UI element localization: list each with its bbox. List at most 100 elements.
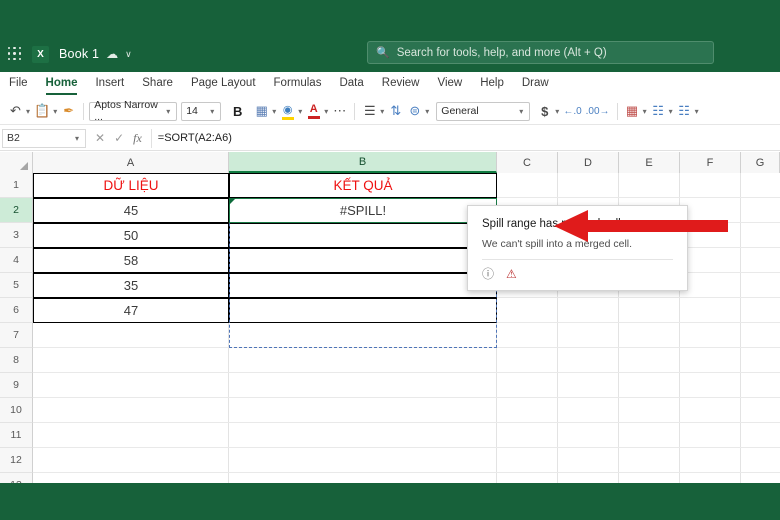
table-dropdown-icon[interactable]: ▾ [643, 107, 647, 116]
cell-b2-spill-error[interactable]: #SPILL! [229, 198, 497, 223]
tooltip-actions: ⓘ ⚠ [482, 268, 673, 280]
fill-color-dropdown-icon[interactable]: ▾ [298, 107, 302, 116]
currency-dropdown-icon[interactable]: ▾ [555, 107, 559, 116]
app-launcher-icon[interactable] [8, 47, 22, 61]
tab-share[interactable]: Share [142, 77, 173, 91]
tab-data[interactable]: Data [339, 77, 363, 91]
help-circle-icon[interactable]: ⓘ [482, 268, 494, 280]
document-title[interactable]: Book 1 [59, 47, 99, 61]
currency-icon[interactable]: $ [535, 101, 554, 122]
undo-icon[interactable]: ↶ [6, 101, 25, 122]
row-header-2[interactable]: 2 [0, 198, 33, 223]
fill-color-icon[interactable]: ◉ [278, 101, 297, 122]
tab-home[interactable]: Home [45, 77, 77, 95]
row-header-5[interactable]: 5 [0, 273, 33, 298]
cell-box-b3[interactable] [229, 223, 497, 248]
borders-dropdown-icon[interactable]: ▾ [272, 107, 276, 116]
font-color-dropdown-icon[interactable]: ▾ [324, 107, 328, 116]
number-format-value: General [441, 105, 479, 117]
delete-cells-icon[interactable]: ☷ [675, 101, 694, 122]
search-box[interactable]: 🔍 Search for tools, help, and more (Alt … [367, 41, 714, 64]
title-bar: X Book 1 ☁ ∨ 🔍 Search for tools, help, a… [0, 0, 780, 72]
confirm-icon[interactable]: ✓ [114, 131, 124, 145]
column-header-c[interactable]: C [497, 152, 558, 173]
cell-box-b4[interactable] [229, 248, 497, 273]
cancel-icon[interactable]: ✕ [95, 131, 105, 145]
more-options-icon[interactable]: ⋯ [330, 101, 349, 122]
alignment-icon[interactable]: ☰ [360, 101, 379, 122]
error-checking-icon[interactable]: ⚠ [506, 268, 517, 280]
row-header-12[interactable]: 12 [0, 448, 33, 473]
tooltip-divider [482, 259, 673, 260]
merge-cells-icon[interactable]: ⊜ [405, 101, 424, 122]
column-header-e[interactable]: E [619, 152, 680, 173]
toolbar-divider [354, 102, 356, 120]
name-box[interactable]: B2 ▾ [2, 128, 86, 148]
insert-function-icon[interactable]: fx [133, 131, 142, 146]
cell-a4[interactable]: 58 [33, 248, 229, 273]
row-header-13[interactable]: 13 [0, 473, 33, 483]
row-header-9[interactable]: 9 [0, 373, 33, 398]
column-header-a[interactable]: A [33, 152, 229, 173]
cloud-sync-icon[interactable]: ☁ [106, 48, 118, 60]
row-header-3[interactable]: 3 [0, 223, 33, 248]
format-painter-icon[interactable]: ✒ [59, 101, 78, 122]
increase-decimal-icon[interactable]: .00→ [584, 101, 612, 122]
cell-a5[interactable]: 35 [33, 273, 229, 298]
formula-input[interactable]: =SORT(A2:A6) [150, 128, 780, 148]
row-header-1[interactable]: 1 [0, 173, 33, 198]
cell-b1[interactable]: KẾT QUẢ [229, 173, 497, 198]
row-header-11[interactable]: 11 [0, 423, 33, 448]
cell-a3[interactable]: 50 [33, 223, 229, 248]
chevron-down-icon[interactable]: ∨ [125, 49, 132, 60]
select-all-corner[interactable] [0, 152, 33, 173]
insert-cells-icon[interactable]: ☷ [649, 101, 668, 122]
column-header-d[interactable]: D [558, 152, 619, 173]
tab-help[interactable]: Help [480, 77, 504, 91]
tab-file[interactable]: File [9, 77, 28, 91]
cell-box-b6[interactable] [229, 298, 497, 323]
row-header-4[interactable]: 4 [0, 248, 33, 273]
column-header-g[interactable]: G [741, 152, 780, 173]
tab-insert[interactable]: Insert [95, 77, 124, 91]
number-format-select[interactable]: General ▾ [436, 101, 531, 121]
column-header-f[interactable]: F [680, 152, 741, 173]
format-as-table-icon[interactable]: ▦ [623, 101, 642, 122]
cell-a1[interactable]: DỮ LIỆU [33, 173, 229, 198]
cell-box-b5[interactable] [229, 273, 497, 298]
delete-dropdown-icon[interactable]: ▾ [695, 107, 699, 116]
tab-formulas[interactable]: Formulas [274, 77, 322, 91]
row-header-8[interactable]: 8 [0, 348, 33, 373]
paste-dropdown-icon[interactable]: ▾ [53, 107, 57, 116]
bottom-status-bar [0, 483, 780, 520]
font-size-value: 14 [186, 105, 198, 117]
tab-review[interactable]: Review [382, 77, 420, 91]
cell-a6[interactable]: 47 [33, 298, 229, 323]
tab-draw[interactable]: Draw [522, 77, 549, 91]
undo-dropdown-icon[interactable]: ▾ [26, 107, 30, 116]
cell-a2[interactable]: 45 [33, 198, 229, 223]
name-box-value: B2 [7, 132, 20, 144]
decrease-decimal-icon[interactable]: ←.0 [561, 101, 583, 122]
merge-dropdown-icon[interactable]: ▾ [425, 107, 429, 116]
spreadsheet-grid: A B C D E F G 1 2 3 4 5 6 7 8 9 10 11 12… [0, 152, 780, 483]
formula-bar-icons: ✕ ✓ fx [86, 131, 151, 146]
row-header-7[interactable]: 7 [0, 323, 33, 348]
row-header-6[interactable]: 6 [0, 298, 33, 323]
spill-error-tooltip: Spill range has merged cell We can't spi… [467, 205, 688, 291]
font-color-icon[interactable]: A [304, 101, 323, 122]
wrap-text-icon[interactable]: ⇅ [386, 101, 405, 122]
tab-page-layout[interactable]: Page Layout [191, 77, 256, 91]
row-header-10[interactable]: 10 [0, 398, 33, 423]
row-header-column: 1 2 3 4 5 6 7 8 9 10 11 12 13 [0, 173, 33, 483]
column-header-b[interactable]: B [229, 152, 497, 173]
font-size-select[interactable]: 14 ▾ [181, 101, 222, 121]
tab-view[interactable]: View [437, 77, 462, 91]
bold-button[interactable]: B [228, 101, 247, 122]
alignment-dropdown-icon[interactable]: ▾ [380, 107, 384, 116]
borders-icon[interactable]: ▦ [252, 101, 271, 122]
paste-icon[interactable]: 📋 [32, 101, 52, 122]
chevron-down-icon: ▾ [74, 133, 79, 143]
insert-dropdown-icon[interactable]: ▾ [669, 107, 673, 116]
font-name-select[interactable]: Aptos Narrow ... ▾ [89, 99, 178, 123]
